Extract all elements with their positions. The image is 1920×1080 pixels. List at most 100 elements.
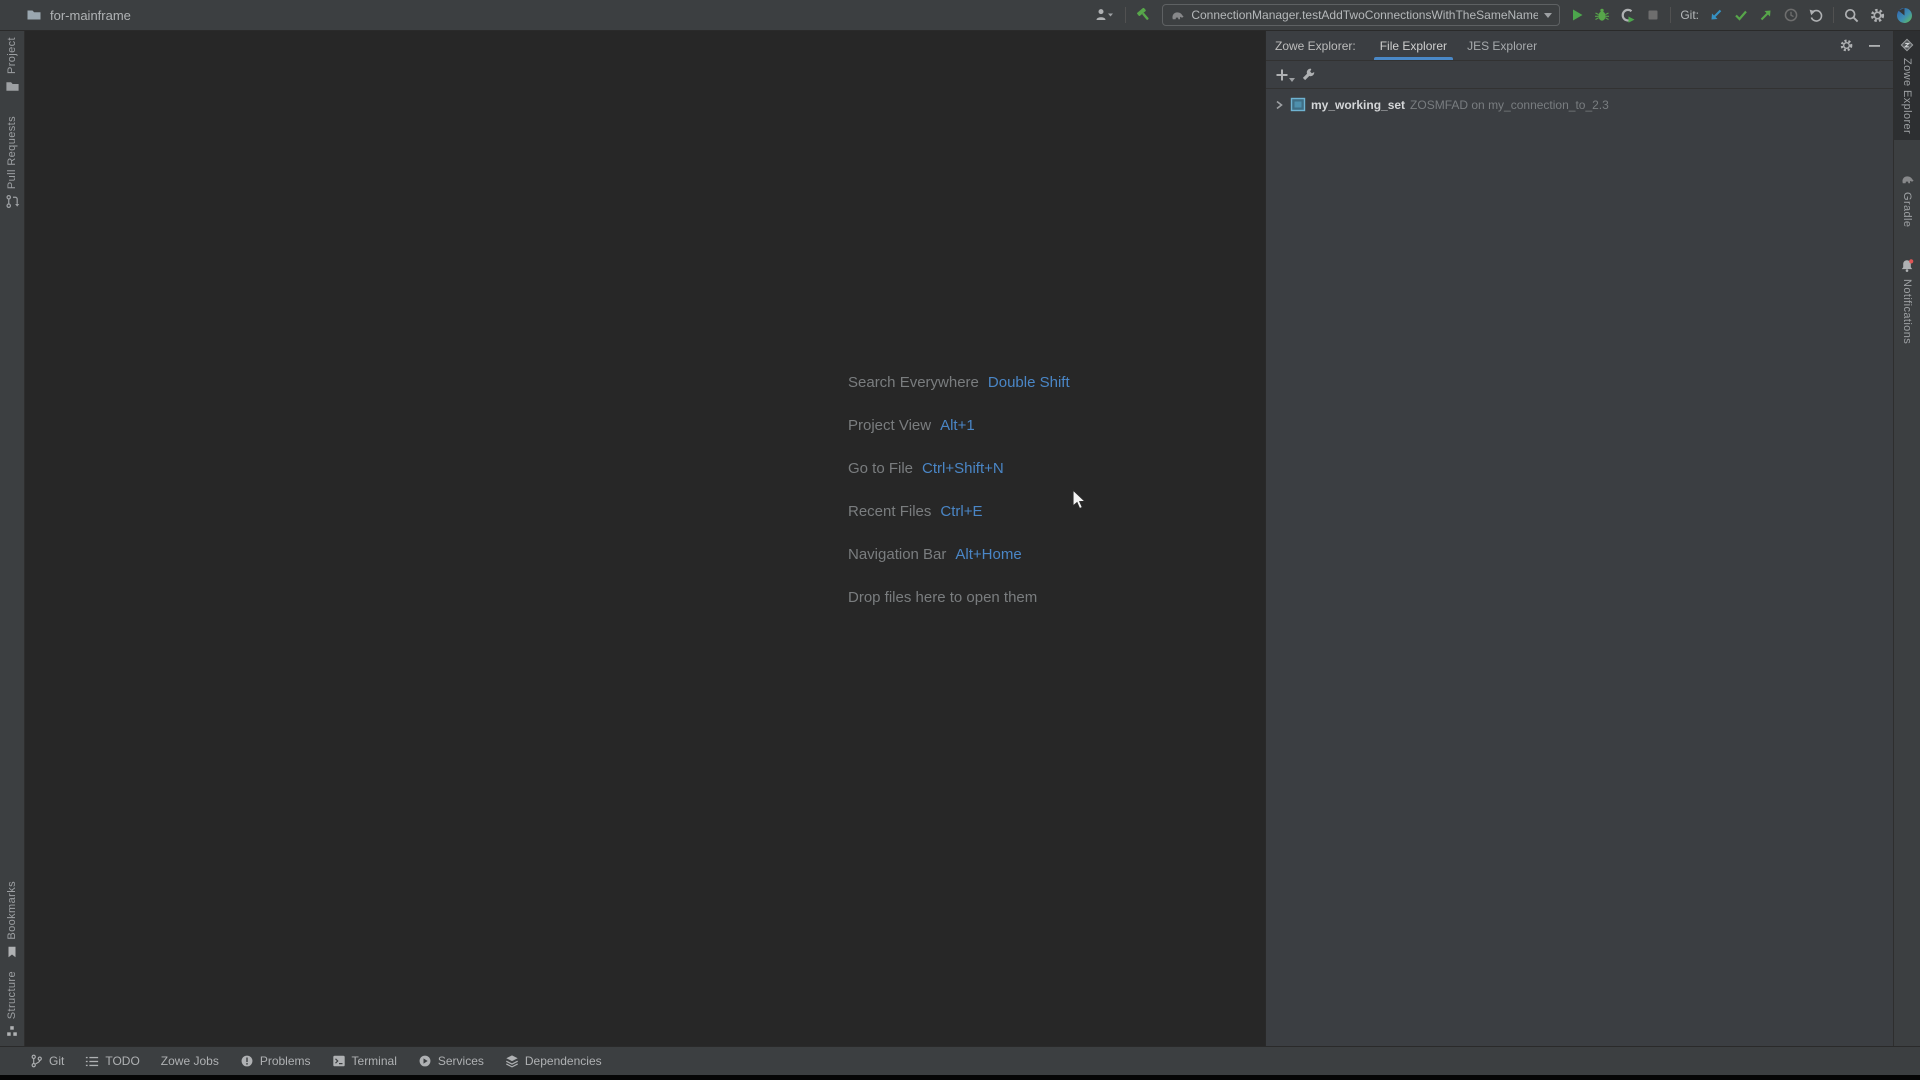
shortcut-row: Go to File Ctrl+Shift+N (848, 458, 1070, 478)
users-icon[interactable] (1094, 7, 1116, 23)
editor-area[interactable]: Search Everywhere Double Shift Project V… (25, 31, 1265, 1046)
sidebar-item-notifications[interactable]: Notifications (1899, 252, 1915, 350)
sidebar-item-gradle[interactable]: Gradle (1900, 166, 1915, 233)
sidebar-item-structure[interactable]: Structure (5, 965, 19, 1044)
toolwindow-button-todo[interactable]: TODO (85, 1054, 140, 1068)
gradle-elephant-icon (1170, 8, 1185, 23)
gradle-stripe-label: Gradle (1901, 192, 1913, 228)
chevron-down-icon (1544, 12, 1553, 18)
toolwindow-label: Dependencies (524, 1054, 602, 1068)
shortcut-keys: Double Shift (987, 373, 1070, 391)
shortcut-row: Recent Files Ctrl+E (848, 501, 1070, 521)
todo-icon (85, 1055, 99, 1068)
add-icon[interactable] (1275, 68, 1295, 82)
settings-gear-icon[interactable] (1869, 7, 1886, 24)
toolwindow-label: Services (437, 1054, 484, 1068)
chevron-right-icon[interactable] (1273, 99, 1285, 111)
working-set-icon (1290, 97, 1306, 112)
sidebar-item-pull-requests[interactable]: Pull Requests (5, 110, 20, 215)
git-branch-icon (30, 1054, 43, 1068)
shortcut-row: Project View Alt+1 (848, 415, 1070, 435)
panel-gear-icon[interactable] (1839, 38, 1854, 53)
shortcut-keys: Alt+Home (955, 545, 1022, 563)
tab-label: JES Explorer (1467, 38, 1538, 53)
shortcut-label: Go to File (848, 459, 914, 477)
problems-icon (240, 1054, 254, 1068)
folder-icon (26, 7, 42, 23)
shortcut-row: Drop files here to open them (848, 587, 1070, 607)
toolbar-separator (1833, 7, 1834, 23)
run-configuration-name: ConnectionManager.testAddTwoConnectionsW… (1191, 8, 1539, 22)
sidebar-item-project[interactable]: Project (5, 31, 20, 100)
empty-editor-shortcuts: Search Everywhere Double Shift Project V… (848, 372, 1070, 630)
toolbar-separator (1125, 7, 1127, 23)
working-set-detail: ZOSMFAD on my_connection_to_2.3 (1410, 97, 1609, 112)
tree-row-working-set[interactable]: my_working_set ZOSMFAD on my_connection_… (1266, 94, 1893, 115)
toolwindow-button-git[interactable]: Git (30, 1054, 64, 1068)
shortcut-label: Search Everywhere (848, 373, 979, 391)
bottom-edge (0, 1075, 1920, 1080)
shortcut-label: Navigation Bar (848, 545, 947, 563)
wrench-icon[interactable] (1301, 67, 1316, 82)
git-label: Git: (1680, 8, 1699, 22)
zowe-explorer-panel: Zowe Explorer: File Explorer JES Explore… (1265, 31, 1893, 1046)
run-configuration-select[interactable]: ConnectionManager.testAddTwoConnectionsW… (1162, 4, 1561, 26)
shortcut-label: Project View (848, 416, 932, 434)
zowe-diamond-icon (1899, 37, 1915, 53)
toolwindow-button-dependencies[interactable]: Dependencies (505, 1054, 602, 1068)
panel-header: Zowe Explorer: File Explorer JES Explore… (1266, 31, 1893, 61)
toolwindow-label: Git (49, 1054, 65, 1068)
build-hammer-icon[interactable] (1135, 6, 1153, 24)
debug-icon[interactable] (1594, 7, 1610, 23)
toolwindow-button-terminal[interactable]: Terminal (332, 1054, 397, 1068)
toolwindow-button-zowe-jobs[interactable]: Zowe Jobs (161, 1054, 219, 1068)
stop-icon (1645, 7, 1661, 23)
project-stripe-label: Project (6, 37, 18, 75)
project-title: for-mainframe (50, 7, 131, 23)
history-icon (1783, 7, 1799, 23)
zowe-explorer-stripe-label: Zowe Explorer (1901, 58, 1913, 135)
services-icon (418, 1054, 432, 1068)
ide-window: for-mainframe ConnectionManager.testAddT… (0, 0, 1920, 1080)
project-folder-icon (5, 79, 20, 94)
dependencies-icon (505, 1054, 519, 1068)
git-push-icon[interactable] (1758, 7, 1774, 23)
shortcut-label: Drop files here to open them (848, 588, 1038, 606)
toolwindow-label: Problems (259, 1054, 311, 1068)
sidebar-item-zowe-explorer[interactable]: Zowe Explorer (1894, 31, 1920, 141)
git-update-icon[interactable] (1708, 7, 1724, 23)
toolwindow-label: TODO (105, 1054, 140, 1068)
project-widget[interactable]: for-mainframe (26, 7, 131, 23)
panel-title: Zowe Explorer: (1275, 38, 1356, 53)
left-tool-stripe: Project Pull Requests Bookmarks Structur… (0, 31, 25, 1046)
toolwindow-button-services[interactable]: Services (418, 1054, 484, 1068)
bookmark-icon (5, 945, 19, 959)
tab-file-explorer[interactable]: File Explorer (1370, 31, 1457, 60)
shortcut-label: Recent Files (848, 502, 932, 520)
main-toolbar: for-mainframe ConnectionManager.testAddT… (0, 0, 1920, 31)
coverage-icon[interactable] (1619, 7, 1636, 24)
account-sphere-icon[interactable] (1895, 6, 1914, 25)
tab-jes-explorer[interactable]: JES Explorer (1457, 31, 1547, 60)
terminal-icon (332, 1054, 346, 1068)
shortcut-keys: Ctrl+E (940, 502, 983, 520)
sidebar-item-bookmarks[interactable]: Bookmarks (5, 875, 19, 965)
toolwindow-label: Terminal (351, 1054, 397, 1068)
file-explorer-tree: my_working_set ZOSMFAD on my_connection_… (1266, 89, 1893, 1046)
toolwindow-button-problems[interactable]: Problems (240, 1054, 311, 1068)
right-tool-stripe: Zowe Explorer Gradle Notifications (1893, 31, 1920, 1046)
pull-requests-stripe-label: Pull Requests (6, 116, 18, 190)
run-icon[interactable] (1569, 7, 1585, 23)
search-icon[interactable] (1843, 7, 1860, 24)
git-commit-icon[interactable] (1733, 7, 1749, 23)
panel-toolbar (1266, 61, 1893, 89)
rollback-icon[interactable] (1808, 7, 1824, 23)
minimize-icon[interactable] (1868, 39, 1881, 52)
shortcut-row: Search Everywhere Double Shift (848, 372, 1070, 392)
toolwindow-label: Zowe Jobs (160, 1054, 219, 1068)
bookmarks-stripe-label: Bookmarks (6, 881, 18, 940)
shortcut-keys: Alt+1 (940, 416, 975, 434)
structure-icon (5, 1024, 19, 1038)
toolbar-separator (1670, 7, 1672, 23)
bell-icon (1899, 258, 1915, 274)
